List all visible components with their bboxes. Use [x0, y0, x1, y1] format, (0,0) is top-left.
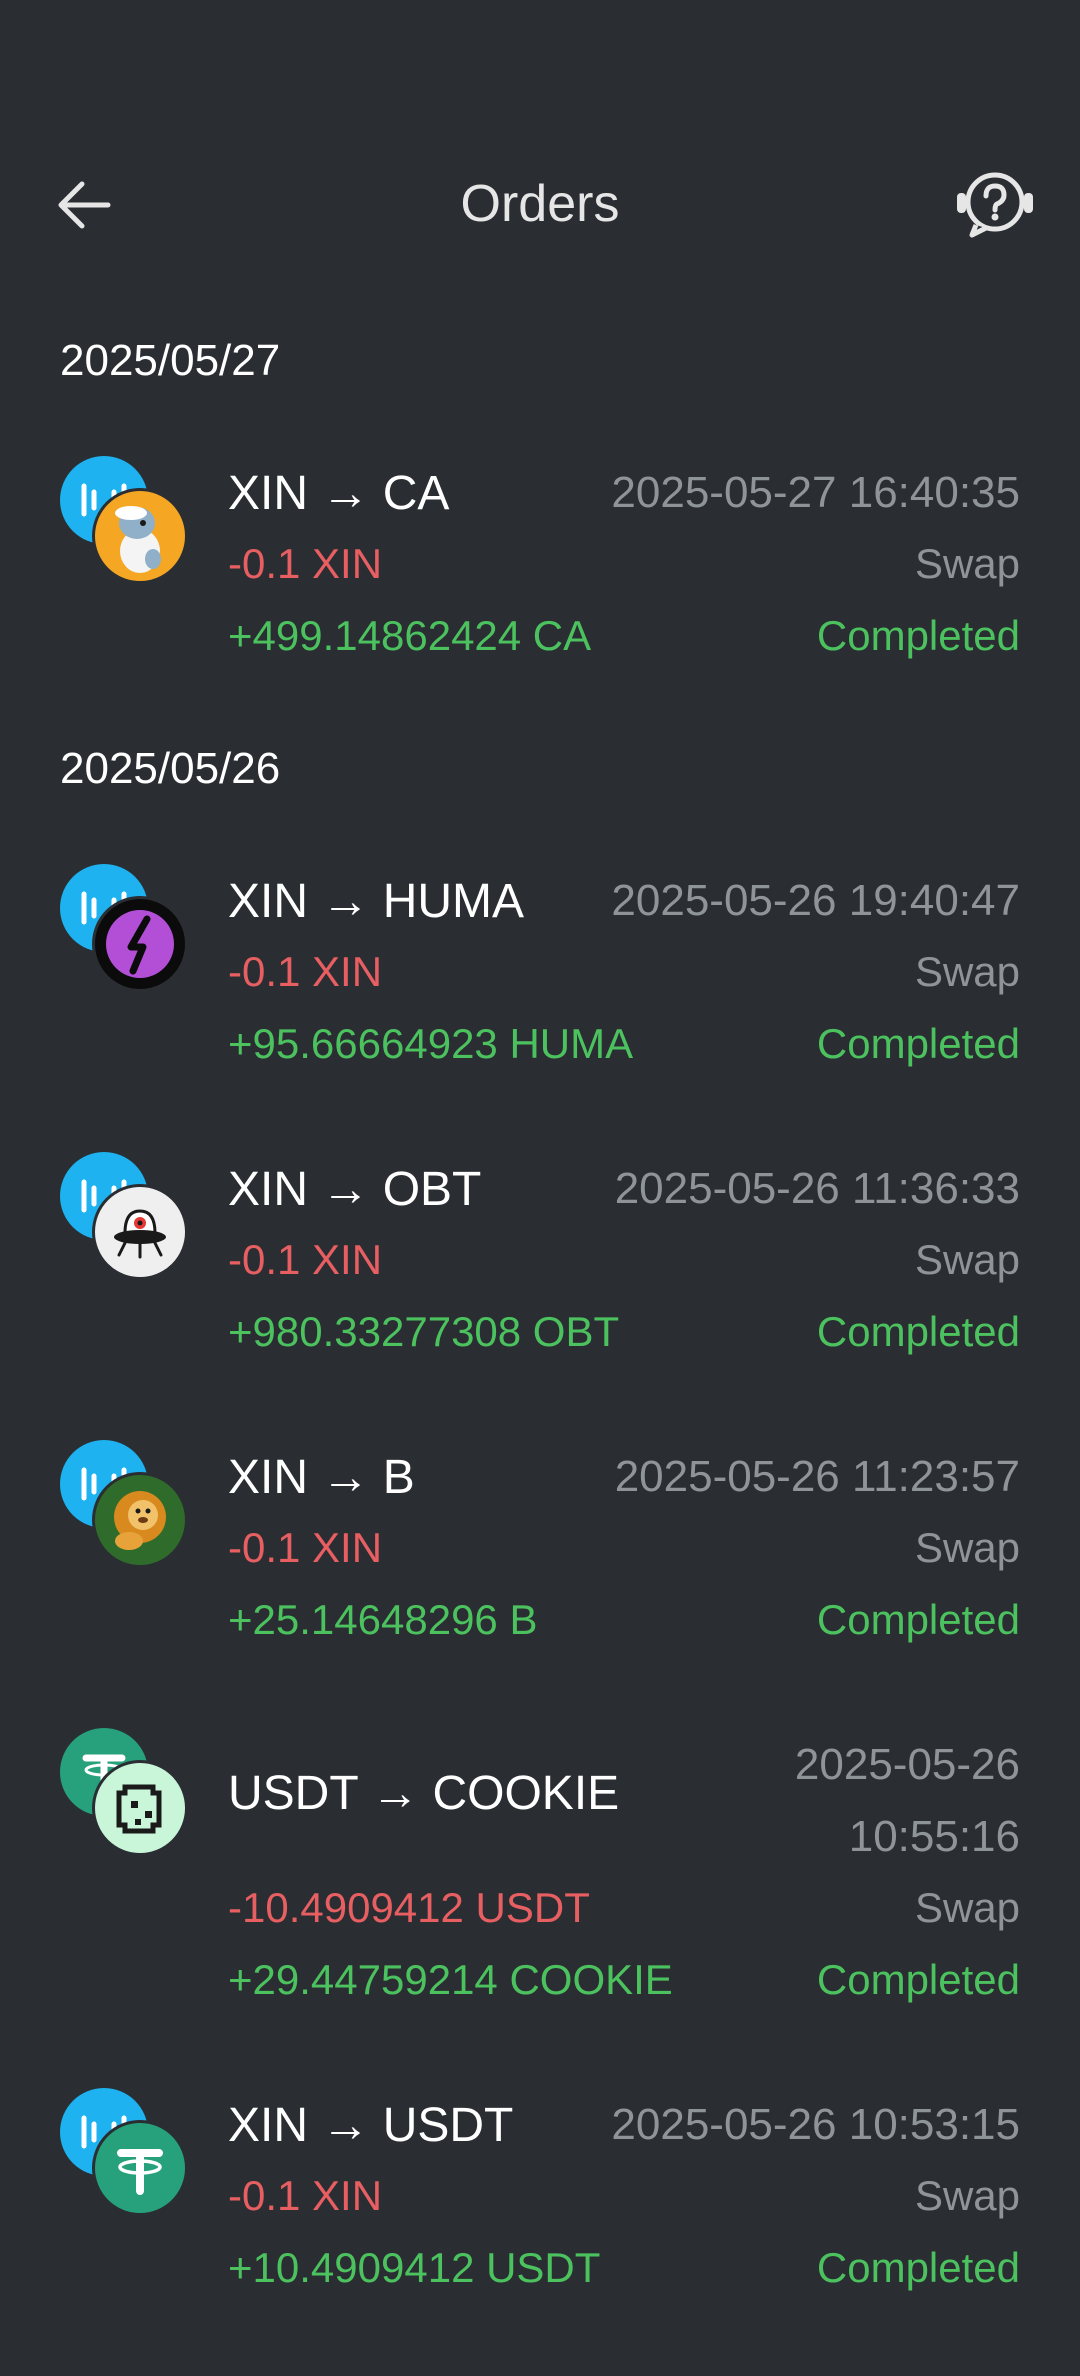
order-type: Swap [914, 2172, 1020, 2219]
help-headset-icon [957, 172, 1033, 238]
order-type: Swap [914, 948, 1020, 995]
order-item[interactable]: XIN → B 2025-05-26 11:23:57 -0.1 XIN Swa… [0, 1440, 1080, 1650]
order-pair: USDT → COOKIE [228, 1767, 620, 1820]
order-pair: XIN → B [228, 1451, 415, 1504]
order-amount-in: +95.66664923 HUMA [228, 1020, 634, 1067]
order-item[interactable]: XIN → OBT 2025-05-26 11:36:33 -0.1 XIN S… [0, 1152, 1080, 1362]
order-pair: XIN → USDT [228, 2099, 514, 2152]
order-status: Completed [816, 1956, 1020, 2003]
order-item[interactable]: XIN → HUMA 2025-05-26 19:40:47 -0.1 XIN … [0, 864, 1080, 1074]
order-pair: XIN → OBT [228, 1163, 482, 1216]
order-type: Swap [914, 540, 1020, 587]
ca-token-icon [92, 488, 188, 584]
token-pair-icons [60, 1440, 190, 1570]
order-amount-out: -0.1 XIN [228, 948, 383, 995]
page-title: Orders [460, 175, 620, 233]
obt-token-icon [92, 1184, 188, 1280]
order-time-clock: 10:55:16 [848, 1812, 1020, 1861]
order-status: Completed [816, 2244, 1020, 2291]
order-amount-out: -0.1 XIN [228, 540, 383, 587]
order-status: Completed [816, 1020, 1020, 1067]
order-type: Swap [914, 1884, 1020, 1931]
top-bar: Orders [0, 150, 1080, 260]
order-amount-out: -0.1 XIN [228, 1236, 383, 1283]
order-time-date: 2025-05-26 [794, 1740, 1020, 1789]
token-pair-icons [60, 1728, 190, 1858]
order-amount-in: +25.14648296 B [228, 1596, 538, 1643]
order-status: Completed [816, 612, 1020, 659]
order-amount-out: -0.1 XIN [228, 2172, 383, 2219]
support-button[interactable] [952, 164, 1038, 246]
order-amount-in: +29.44759214 COOKIE [228, 1956, 673, 2003]
tether-logo-icon [92, 2120, 188, 2216]
cookie-token-icon [92, 1760, 188, 1856]
huma-token-icon [92, 896, 188, 992]
order-status: Completed [816, 1596, 1020, 1643]
order-amount-in: +980.33277308 OBT [228, 1308, 620, 1355]
order-time: 2025-05-26 11:23:57 [614, 1452, 1020, 1501]
token-pair-icons [60, 1152, 190, 1282]
date-header: 2025/05/26 [60, 744, 281, 793]
order-amount-in: +10.4909412 USDT [228, 2244, 601, 2291]
order-time: 2025-05-26 19:40:47 [611, 876, 1020, 925]
order-amount-out: -10.4909412 USDT [228, 1884, 590, 1931]
order-amount-in: +499.14862424 CA [228, 612, 592, 659]
order-item[interactable]: XIN → USDT 2025-05-26 10:53:15 -0.1 XIN … [0, 2088, 1080, 2298]
token-pair-icons [60, 2088, 190, 2218]
order-item[interactable]: USDT → COOKIE 2025-05-26 10:55:16 -10.49… [0, 1728, 1080, 2010]
order-time: 2025-05-26 10:53:15 [611, 2100, 1020, 2149]
order-time: 2025-05-27 16:40:35 [611, 468, 1020, 517]
order-pair: XIN → HUMA [228, 875, 525, 928]
b-token-icon [92, 1472, 188, 1568]
order-status: Completed [816, 1308, 1020, 1355]
order-time: 2025-05-26 11:36:33 [614, 1164, 1020, 1213]
order-type: Swap [914, 1524, 1020, 1571]
token-pair-icons [60, 456, 190, 586]
date-header: 2025/05/27 [60, 336, 281, 385]
order-type: Swap [914, 1236, 1020, 1283]
token-pair-icons [60, 864, 190, 994]
order-amount-out: -0.1 XIN [228, 1524, 383, 1571]
order-pair: XIN → CA [228, 467, 450, 520]
order-item[interactable]: XIN → CA 2025-05-27 16:40:35 -0.1 XIN Sw… [0, 456, 1080, 666]
